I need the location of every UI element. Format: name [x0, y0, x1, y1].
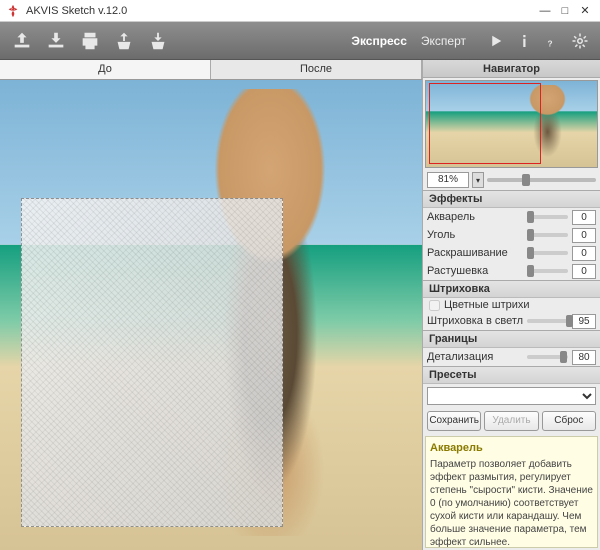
slider-smudge[interactable]	[527, 269, 568, 273]
checkbox-color-strokes[interactable]: Цветные штрихи	[423, 298, 600, 312]
import-button[interactable]	[110, 27, 138, 55]
settings-button[interactable]	[568, 29, 592, 53]
reset-preset-button[interactable]: Сброс	[542, 411, 596, 431]
presets-dropdown[interactable]	[427, 387, 596, 405]
tab-before[interactable]: До	[0, 60, 211, 79]
param-charcoal: Уголь 0	[423, 226, 600, 244]
zoom-value[interactable]: 81%	[427, 172, 469, 188]
navigator-header: Навигатор	[423, 60, 600, 78]
help-body: Параметр позволяет добавить эффект размы…	[430, 458, 593, 548]
mode-switch: Экспресс Эксперт	[351, 34, 466, 48]
mode-express[interactable]: Экспресс	[351, 34, 407, 48]
zoom-dropdown-icon[interactable]: ▾	[472, 172, 484, 188]
navigator-thumbnail[interactable]	[425, 80, 598, 168]
minimize-button[interactable]: —	[536, 4, 554, 18]
param-smudge: Растушевка 0	[423, 262, 600, 280]
param-coloration: Раскрашивание 0	[423, 244, 600, 262]
maximize-button[interactable]: □	[556, 4, 574, 18]
canvas-area: До После	[0, 60, 422, 550]
param-light-strokes: Штриховка в светлом 95	[423, 312, 600, 330]
slider-light-strokes[interactable]	[527, 319, 568, 323]
info-button[interactable]	[512, 29, 536, 53]
slider-watercolor[interactable]	[527, 215, 568, 219]
delete-preset-button[interactable]: Удалить	[484, 411, 538, 431]
app-logo-icon	[6, 4, 20, 18]
run-button[interactable]	[484, 29, 508, 53]
section-presets-header: Пресеты	[423, 367, 600, 384]
zoom-slider[interactable]	[487, 178, 596, 182]
toolbar: Экспресс Эксперт ?	[0, 22, 600, 60]
image-preview[interactable]	[0, 80, 422, 550]
tab-after[interactable]: После	[211, 60, 422, 79]
section-edges-header: Границы	[423, 331, 600, 348]
slider-charcoal[interactable]	[527, 233, 568, 237]
slider-coloration[interactable]	[527, 251, 568, 255]
color-strokes-checkbox[interactable]	[429, 300, 440, 311]
zoom-controls: 81% ▾	[423, 170, 600, 190]
titlebar: AKVIS Sketch v.12.0 — □ ✕	[0, 0, 600, 22]
open-button[interactable]	[8, 27, 36, 55]
sketch-preview-region[interactable]	[21, 198, 283, 527]
print-button[interactable]	[76, 27, 104, 55]
section-strokes-header: Штриховка	[423, 281, 600, 298]
svg-text:?: ?	[548, 39, 553, 48]
window-title: AKVIS Sketch v.12.0	[26, 5, 127, 17]
param-watercolor: Акварель 0	[423, 208, 600, 226]
before-after-tabs: До После	[0, 60, 422, 80]
help-title: Акварель	[430, 441, 593, 455]
help-button[interactable]: ?	[540, 29, 564, 53]
param-detail: Детализация 80	[423, 348, 600, 366]
side-panel: Навигатор 81% ▾ Эффекты Акварель 0 Уголь…	[422, 60, 600, 550]
export-button[interactable]	[144, 27, 172, 55]
mode-expert[interactable]: Эксперт	[421, 34, 466, 48]
navigator-viewport[interactable]	[429, 83, 540, 164]
save-preset-button[interactable]: Сохранить	[427, 411, 481, 431]
help-panel: Акварель Параметр позволяет добавить эфф…	[425, 436, 598, 548]
save-button-toolbar[interactable]	[42, 27, 70, 55]
slider-detail[interactable]	[527, 355, 568, 359]
close-button[interactable]: ✕	[576, 4, 594, 18]
section-effects-header: Эффекты	[423, 191, 600, 208]
